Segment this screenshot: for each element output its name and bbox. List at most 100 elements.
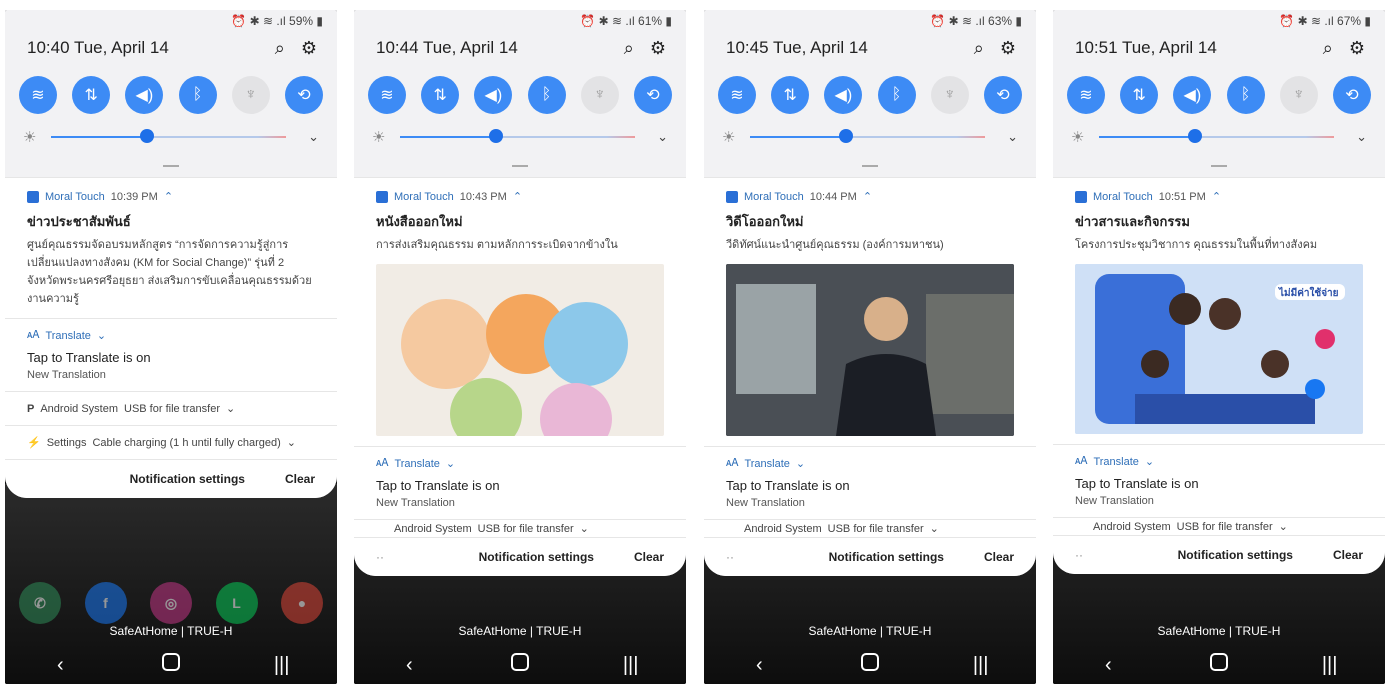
notification-settings-button[interactable]: Notification settings: [130, 472, 245, 486]
search-icon[interactable]: ⌕: [624, 38, 634, 59]
android-system-notification[interactable]: Android System USB for file transfer ⌄: [1053, 517, 1385, 535]
chevron-down-icon[interactable]: ⌄: [308, 129, 319, 145]
notif-image[interactable]: ไม่มีค่าใช้จ่าย: [1075, 264, 1363, 434]
mobile-data-icon[interactable]: ⇅: [72, 76, 111, 114]
brightness-slider[interactable]: [400, 129, 636, 143]
more-dots[interactable]: ··: [376, 550, 439, 564]
gear-icon[interactable]: ⚙: [1000, 38, 1016, 59]
chevron-down-icon[interactable]: ⌄: [1145, 455, 1154, 468]
phone-app-icon[interactable]: ✆: [19, 582, 61, 624]
bluetooth-icon[interactable]: ᛒ: [178, 76, 217, 114]
home-icon[interactable]: [850, 653, 890, 677]
drag-handle[interactable]: [512, 165, 528, 167]
notification-card[interactable]: Moral Touch 10:39 PM ⌃ ข่าวประชาสัมพันธ์ ศ…: [5, 177, 337, 318]
mobile-data-icon[interactable]: ⇅: [1120, 76, 1159, 114]
translate-notification[interactable]: 🗚 Translate ⌄ Tap to Translate is on New T…: [5, 318, 337, 391]
gear-icon[interactable]: ⚙: [1349, 38, 1365, 59]
auto-rotate-icon[interactable]: ⟲: [284, 76, 323, 114]
notification-card[interactable]: Moral Touch 10:43 PM ⌃ หนังสือออกใหม่ การส…: [354, 177, 686, 446]
facebook-app-icon[interactable]: f: [84, 582, 127, 624]
recents-icon[interactable]: |||: [961, 654, 1001, 677]
clear-button[interactable]: Clear: [1333, 548, 1363, 562]
sound-icon[interactable]: ◀): [824, 76, 863, 114]
chevron-up-icon[interactable]: ⌃: [1212, 190, 1221, 203]
wifi-icon[interactable]: ≋: [368, 76, 406, 114]
mobile-data-icon[interactable]: ⇅: [771, 76, 810, 114]
sound-icon[interactable]: ◀): [1173, 76, 1212, 114]
flashlight-icon[interactable]: ♆: [930, 76, 969, 114]
chevron-down-icon[interactable]: ⌄: [226, 402, 235, 415]
instagram-app-icon[interactable]: ◎: [150, 582, 192, 624]
chevron-down-icon[interactable]: ⌄: [1356, 129, 1367, 145]
flashlight-icon[interactable]: ♆: [580, 76, 619, 114]
brightness-slider[interactable]: [51, 129, 287, 143]
recents-icon[interactable]: |||: [611, 654, 651, 677]
sound-icon[interactable]: ◀): [474, 76, 513, 114]
translate-notification[interactable]: 🗚 Translate ⌄ Tap to Translate is on New T…: [1053, 444, 1385, 517]
gear-icon[interactable]: ⚙: [650, 38, 666, 59]
flashlight-icon[interactable]: ♆: [1279, 76, 1318, 114]
home-icon[interactable]: [1199, 653, 1239, 677]
search-icon[interactable]: ⌕: [974, 38, 984, 59]
back-icon[interactable]: ‹: [40, 654, 80, 677]
mobile-data-icon[interactable]: ⇅: [421, 76, 460, 114]
notif-image[interactable]: [726, 264, 1014, 436]
brightness-slider[interactable]: [750, 129, 986, 143]
more-dots[interactable]: ··: [726, 550, 789, 564]
clear-button[interactable]: Clear: [634, 550, 664, 564]
drag-handle[interactable]: [1211, 165, 1227, 167]
android-system-notification[interactable]: P Android System USB for file transfer ⌄: [5, 391, 337, 425]
chevron-down-icon[interactable]: ⌄: [97, 329, 106, 342]
brightness-slider[interactable]: [1099, 129, 1335, 143]
chevron-down-icon[interactable]: ⌄: [657, 129, 668, 145]
more-dots[interactable]: ··: [1075, 548, 1138, 562]
home-icon[interactable]: [500, 653, 540, 677]
auto-rotate-icon[interactable]: ⟲: [983, 76, 1022, 114]
chrome-app-icon[interactable]: ●: [281, 582, 323, 624]
android-system-notification[interactable]: Android System USB for file transfer ⌄: [704, 519, 1036, 537]
chevron-down-icon[interactable]: ⌄: [287, 436, 296, 449]
notification-settings-button[interactable]: Notification settings: [1178, 548, 1293, 562]
back-icon[interactable]: ‹: [389, 654, 429, 677]
bluetooth-icon[interactable]: ᛒ: [527, 76, 566, 114]
chevron-down-icon[interactable]: ⌄: [930, 522, 939, 535]
flashlight-icon[interactable]: ♆: [231, 76, 270, 114]
gear-icon[interactable]: ⚙: [301, 38, 317, 59]
back-icon[interactable]: ‹: [739, 654, 779, 677]
wifi-icon[interactable]: ≋: [19, 76, 57, 114]
bluetooth-icon[interactable]: ᛒ: [877, 76, 916, 114]
chevron-down-icon[interactable]: ⌄: [796, 457, 805, 470]
translate-notification[interactable]: 🗚 Translate ⌄ Tap to Translate is on New T…: [354, 446, 686, 519]
clear-button[interactable]: Clear: [285, 472, 315, 486]
chevron-down-icon[interactable]: ⌄: [1007, 129, 1018, 145]
chevron-up-icon[interactable]: ⌃: [164, 190, 173, 203]
android-system-notification[interactable]: Android System USB for file transfer ⌄: [354, 519, 686, 537]
line-app-icon[interactable]: L: [215, 582, 258, 624]
bluetooth-icon[interactable]: ᛒ: [1226, 76, 1265, 114]
sound-icon[interactable]: ◀): [125, 76, 164, 114]
notification-card[interactable]: Moral Touch 10:44 PM ⌃ วิดีโอออกใหม่ วีดิท…: [704, 177, 1036, 446]
wifi-icon[interactable]: ≋: [1067, 76, 1105, 114]
recents-icon[interactable]: |||: [262, 654, 302, 677]
search-icon[interactable]: ⌕: [275, 38, 285, 59]
chevron-up-icon[interactable]: ⌃: [863, 190, 872, 203]
chevron-down-icon[interactable]: ⌄: [580, 522, 589, 535]
chevron-down-icon[interactable]: ⌄: [1279, 520, 1288, 533]
drag-handle[interactable]: [163, 165, 179, 167]
auto-rotate-icon[interactable]: ⟲: [1332, 76, 1371, 114]
notification-card[interactable]: Moral Touch 10:51 PM ⌃ ข่าวสารและกิจกรรม โ…: [1053, 177, 1385, 444]
back-icon[interactable]: ‹: [1088, 654, 1128, 677]
notification-settings-button[interactable]: Notification settings: [829, 550, 944, 564]
recents-icon[interactable]: |||: [1310, 654, 1350, 677]
translate-notification[interactable]: 🗚 Translate ⌄ Tap to Translate is on New T…: [704, 446, 1036, 519]
home-icon[interactable]: [151, 653, 191, 677]
notif-image[interactable]: [376, 264, 664, 436]
wifi-icon[interactable]: ≋: [718, 76, 756, 114]
settings-notification[interactable]: ⚡ Settings Cable charging (1 h until fully…: [5, 425, 337, 459]
clear-button[interactable]: Clear: [984, 550, 1014, 564]
chevron-down-icon[interactable]: ⌄: [446, 457, 455, 470]
drag-handle[interactable]: [862, 165, 878, 167]
chevron-up-icon[interactable]: ⌃: [513, 190, 522, 203]
notification-settings-button[interactable]: Notification settings: [479, 550, 594, 564]
search-icon[interactable]: ⌕: [1323, 38, 1333, 59]
